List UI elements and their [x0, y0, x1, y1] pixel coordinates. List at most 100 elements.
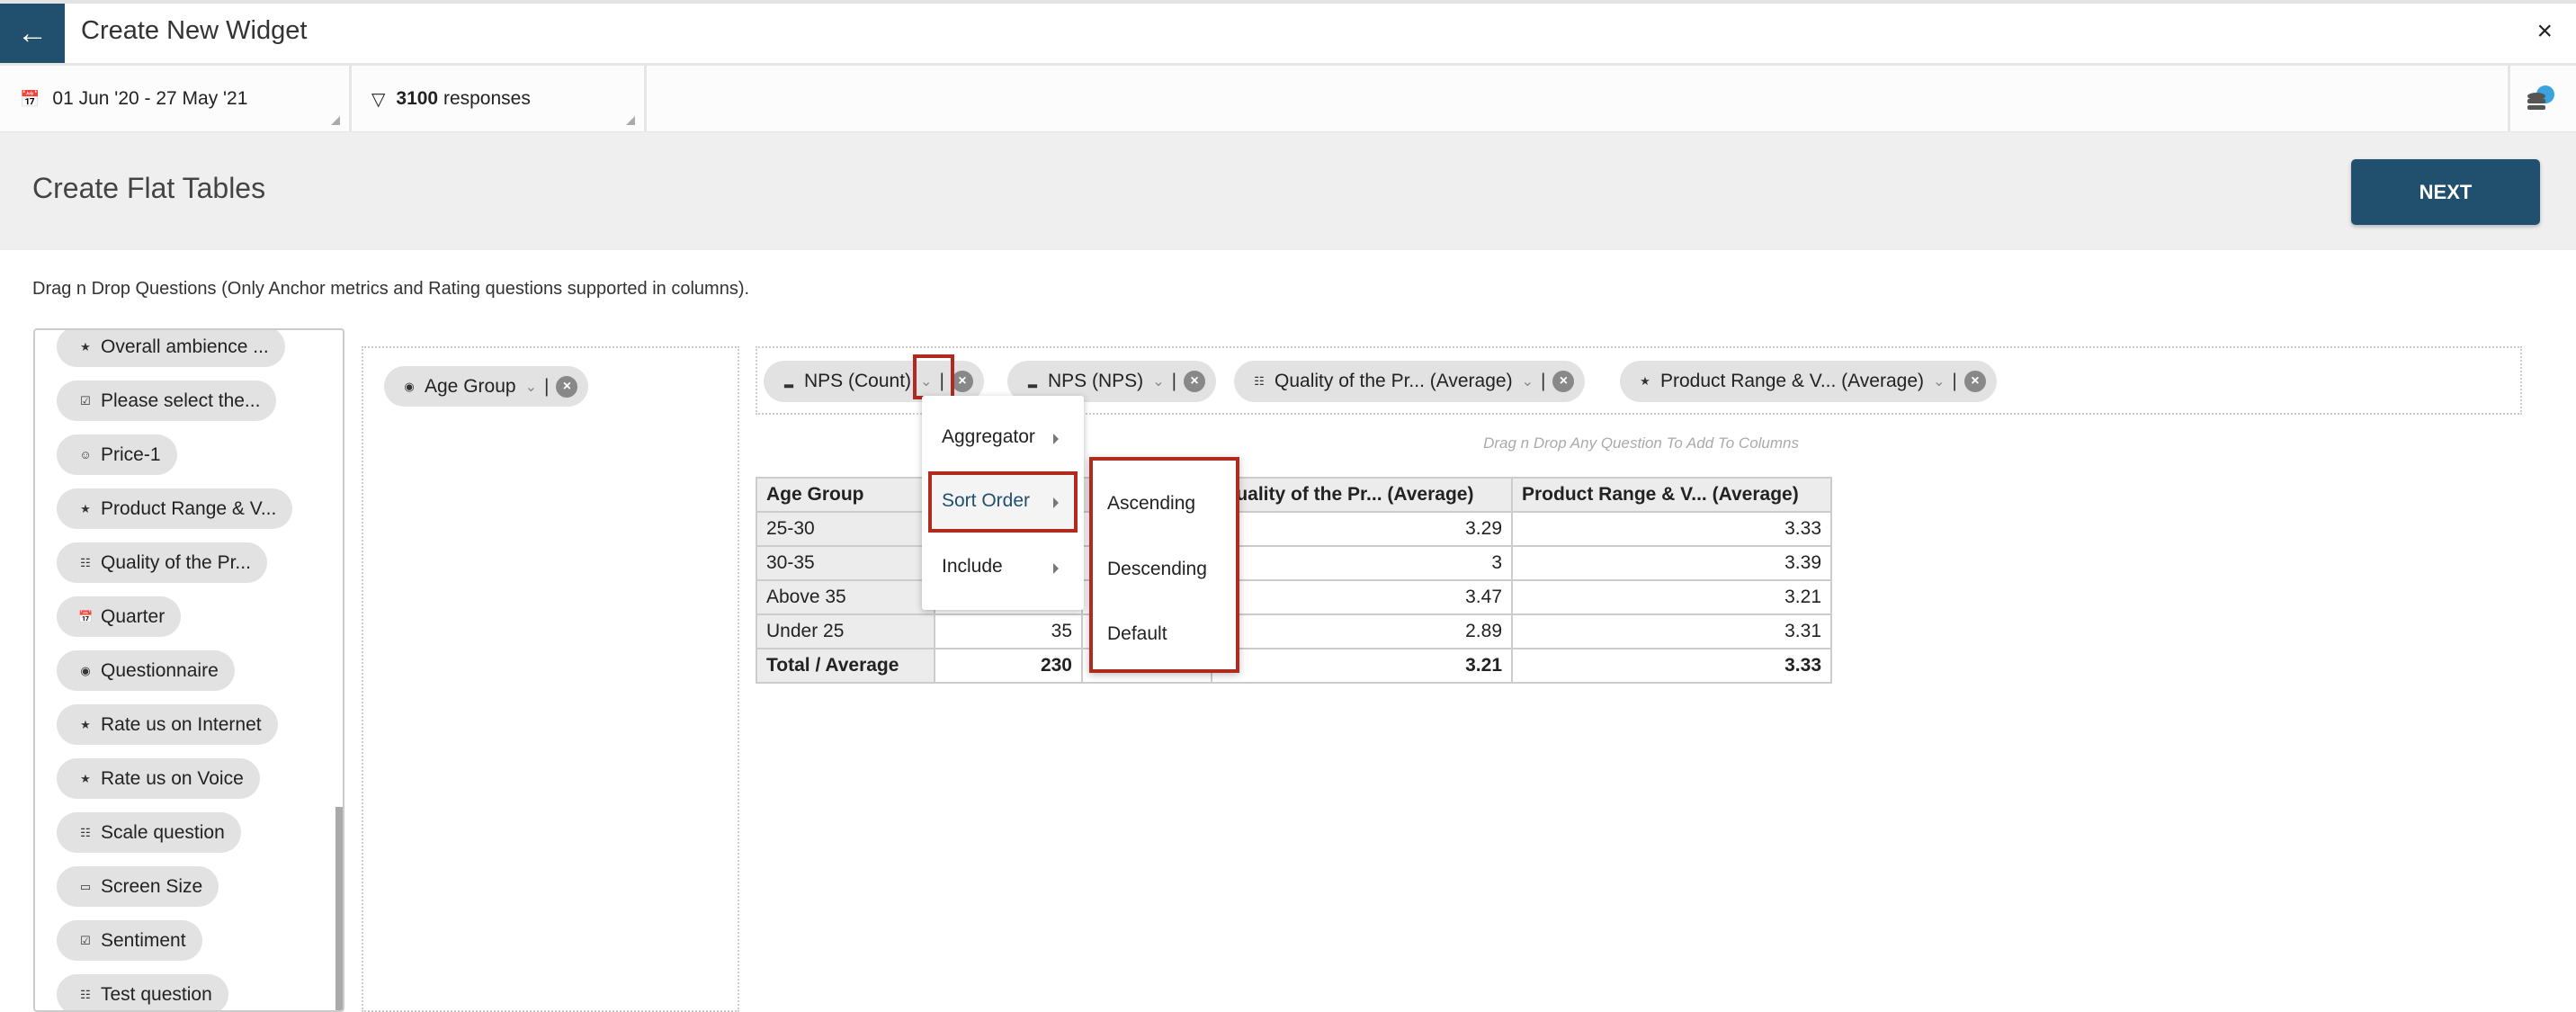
column-header: Age Group: [756, 477, 935, 513]
menu-item-include[interactable]: Include: [942, 556, 1003, 578]
responses-label: responses: [443, 88, 531, 109]
instruction-text: Drag n Drop Questions (Only Anchor metri…: [32, 279, 750, 299]
chip-label: Test question: [101, 983, 212, 1005]
chip-label: NPS (Count): [804, 371, 912, 391]
scale-icon: ☷: [80, 555, 91, 569]
rows-drop-zone[interactable]: ◉ Age Group ⌄ | ×: [362, 346, 739, 1012]
chip-label: Please select the...: [101, 390, 261, 411]
table-cell: 30-35: [756, 545, 935, 581]
question-chip[interactable]: ★ Rate us on Internet: [57, 704, 278, 745]
table-cell: 25-30: [756, 511, 935, 547]
question-chip[interactable]: ☑ Please select the...: [57, 381, 277, 421]
remove-icon[interactable]: ×: [1963, 371, 1986, 392]
table-cell: 3: [1211, 545, 1513, 581]
chip-label: Product Range & V... (Average): [1660, 371, 1925, 391]
menu-item-sort-order[interactable]: Sort Order: [942, 490, 1030, 512]
remove-icon[interactable]: ×: [951, 371, 973, 392]
database-globe-icon: [2527, 85, 2554, 110]
question-chip[interactable]: ☺ Price-1: [57, 434, 177, 475]
chip-label: Price-1: [101, 443, 161, 465]
chip-label: Scale question: [101, 821, 225, 843]
caret-right-icon: [1053, 434, 1059, 444]
chip-label: Product Range & V...: [101, 497, 277, 519]
next-button[interactable]: NEXT: [2351, 159, 2540, 225]
table-cell: 2.89: [1211, 613, 1513, 649]
table-cell: Total / Average: [756, 648, 935, 684]
resize-corner-icon: [626, 116, 635, 125]
question-chip[interactable]: ☷ Scale question: [57, 812, 241, 853]
table-row: Under 25 35 2.89 3.31: [756, 613, 1832, 649]
table-row: Above 35 3.47 3.21: [756, 579, 1832, 615]
back-button[interactable]: ←: [0, 4, 65, 63]
question-chip[interactable]: ★ Rate us on Voice: [57, 758, 260, 799]
calendar-icon: 📅: [20, 89, 40, 108]
radio-icon: ◉: [80, 663, 91, 677]
table-cell: 3.31: [1511, 613, 1832, 649]
date-range: 01 Jun '20 - 27 May '21: [52, 88, 248, 109]
table-cell: 3.47: [1211, 579, 1513, 615]
top-bar: ← Create New Widget ×: [0, 0, 2576, 66]
responses-filter[interactable]: ▽ 3100 responses: [352, 66, 647, 132]
chevron-down-icon[interactable]: ⌄: [1152, 372, 1164, 390]
table-cell: Under 25: [756, 613, 935, 649]
highlight-chevron: [913, 354, 954, 399]
chevron-down-icon[interactable]: ⌄: [1522, 372, 1534, 390]
table-cell: 3.33: [1511, 648, 1832, 684]
table-cell: 35: [934, 613, 1083, 649]
caret-right-icon: [1053, 497, 1059, 508]
table-cell: Above 35: [756, 579, 935, 615]
remove-icon[interactable]: ×: [1552, 371, 1575, 392]
scale-icon: ☷: [80, 825, 91, 839]
scrollbar[interactable]: [335, 807, 343, 1010]
flat-table: Age Group Quality of the Pr... (Average) P…: [756, 477, 1832, 684]
table-cell: 230: [934, 648, 1083, 684]
remove-icon[interactable]: ×: [1184, 371, 1206, 392]
column-chip[interactable]: ☷ Quality of the Pr... (Average) ⌄ | ×: [1234, 361, 1586, 402]
star-icon: ★: [80, 717, 91, 731]
question-list: ★ Overall ambience ... ☑ Please select the.…: [33, 328, 344, 1012]
question-chip[interactable]: ▭ Screen Size: [57, 866, 219, 907]
chip-label: Age Group: [425, 375, 516, 397]
row-chip-age-group[interactable]: ◉ Age Group ⌄ | ×: [384, 366, 589, 407]
remove-icon[interactable]: ×: [556, 375, 578, 398]
question-chip[interactable]: ☷ Quality of the Pr...: [57, 542, 267, 583]
chevron-down-icon[interactable]: ⌄: [1933, 372, 1945, 390]
question-chip[interactable]: ★ Product Range & V...: [57, 488, 293, 529]
submenu-item-descending[interactable]: Descending: [1107, 559, 1207, 580]
window-title: Create New Widget: [81, 16, 308, 45]
submenu-item-ascending[interactable]: Ascending: [1107, 493, 1195, 515]
question-chip[interactable]: ☷ Test question: [57, 974, 228, 1010]
arrow-left-icon: ←: [17, 15, 48, 50]
chip-label: Rate us on Voice: [101, 767, 244, 789]
table-cell: 3.29: [1211, 511, 1513, 547]
chip-label: Questionnaire: [101, 659, 219, 681]
question-chip[interactable]: ★ Overall ambience ...: [57, 330, 285, 367]
chevron-down-icon[interactable]: ⌄: [525, 378, 537, 396]
column-header: Product Range & V... (Average): [1511, 477, 1832, 513]
page-header: Create Flat Tables NEXT: [0, 132, 2576, 250]
star-icon: ★: [80, 339, 91, 354]
menu-item-aggregator[interactable]: Aggregator: [942, 426, 1035, 448]
text-field-icon: ▭: [79, 879, 92, 893]
responses-count: 3100: [396, 88, 439, 109]
checkbox-list-icon: ☑: [80, 393, 91, 407]
table-cell: 3.21: [1211, 648, 1513, 684]
close-button[interactable]: ×: [2536, 16, 2553, 47]
column-header: Quality of the Pr... (Average): [1211, 477, 1513, 513]
scale-icon: ☷: [80, 987, 91, 1001]
star-icon: ★: [1640, 374, 1650, 388]
question-chip[interactable]: ◉ Questionnaire: [57, 650, 235, 691]
submenu-item-default[interactable]: Default: [1107, 623, 1167, 645]
date-range-filter[interactable]: 📅 01 Jun '20 - 27 May '21: [0, 66, 352, 132]
separator: |: [1952, 371, 1957, 391]
question-chip[interactable]: 📅 Quarter: [57, 596, 182, 637]
column-chip[interactable]: ★ Product Range & V... (Average) ⌄ | ×: [1620, 361, 1997, 402]
table-cell: 3.39: [1511, 545, 1832, 581]
chip-label: Rate us on Internet: [101, 713, 262, 735]
resize-corner-icon: [331, 116, 340, 125]
question-chip[interactable]: ☑ Sentiment: [57, 920, 202, 961]
table-cell: 3.21: [1511, 579, 1832, 615]
columns-hint: Drag n Drop Any Question To Add To Colum…: [1483, 434, 1799, 452]
data-source-button[interactable]: [2524, 84, 2556, 116]
chip-label: Screen Size: [101, 875, 203, 897]
